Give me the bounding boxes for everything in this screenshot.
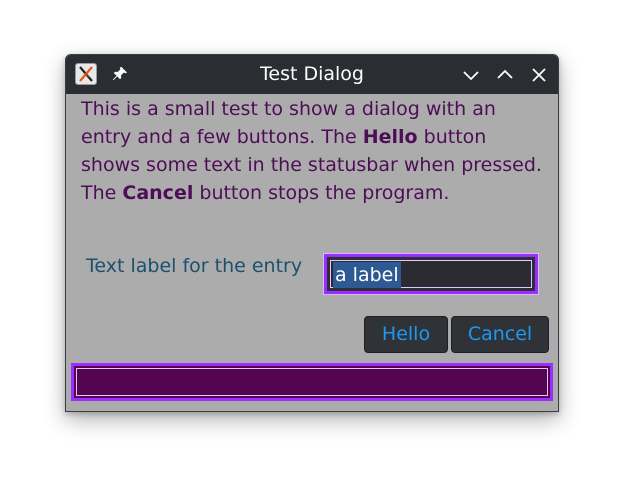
description-part-3: button stops the program. <box>193 182 450 204</box>
close-icon[interactable] <box>528 64 550 86</box>
hello-button[interactable]: Hello <box>364 316 448 353</box>
entry-label: Text label for the entry <box>86 255 303 277</box>
description-text: This is a small test to show a dialog wi… <box>81 95 551 207</box>
statusbar-text <box>76 368 548 396</box>
cancel-button[interactable]: Cancel <box>451 316 549 353</box>
app-icon[interactable] <box>75 63 97 85</box>
pin-icon[interactable] <box>111 65 129 83</box>
entry-selected-text[interactable]: a label <box>333 262 401 288</box>
window-title: Test Dialog <box>260 63 364 85</box>
minimize-icon[interactable] <box>460 64 482 86</box>
dialog-window: Test Dialog This is a small test to show… <box>65 54 559 412</box>
maximize-icon[interactable] <box>494 64 516 86</box>
hello-bold-text: Hello <box>362 126 418 148</box>
statusbar <box>71 363 553 401</box>
cancel-bold-text: Cancel <box>122 182 194 204</box>
title-bar[interactable]: Test Dialog <box>66 55 558 94</box>
text-entry[interactable]: a label <box>323 253 539 295</box>
